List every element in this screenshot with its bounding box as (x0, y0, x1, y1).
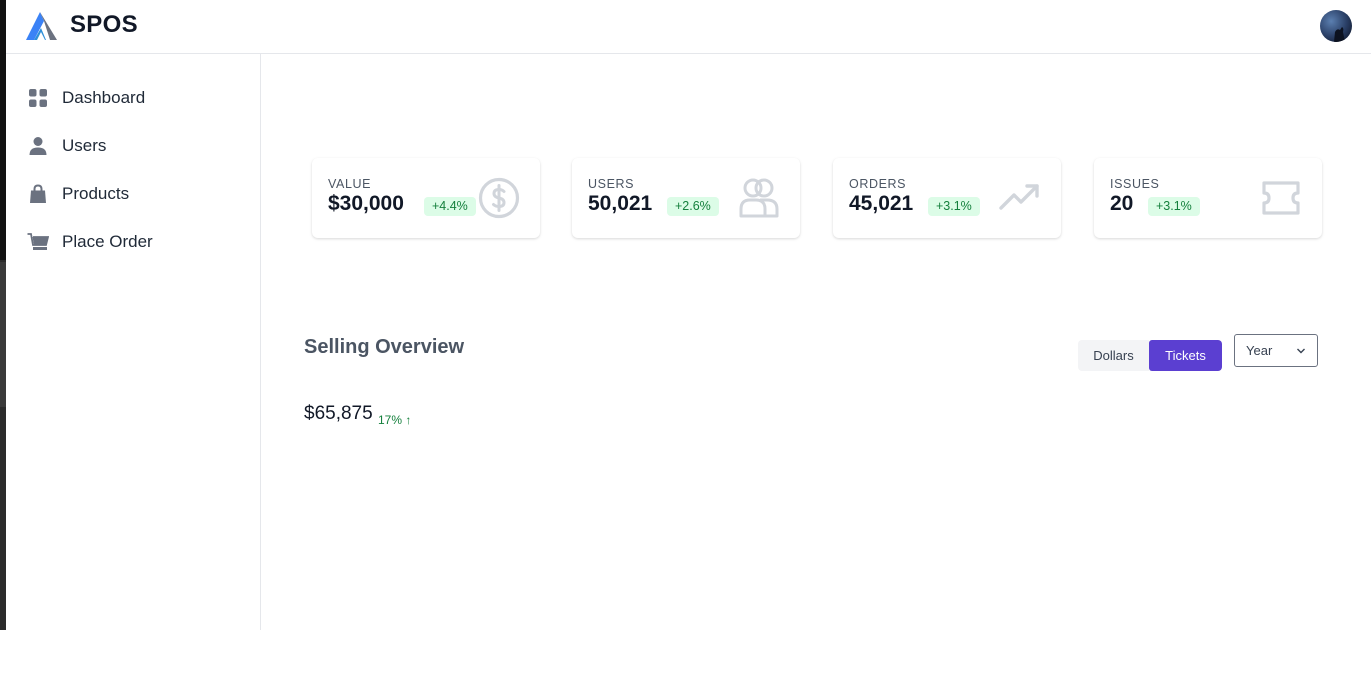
stat-change-badge: +3.1% (1148, 197, 1200, 216)
total-amount: $65,875 (304, 403, 373, 424)
sidebar-item-products[interactable]: Products (26, 176, 246, 212)
sidebar-item-label: Products (62, 184, 130, 203)
stat-card-value: VALUE $30,000 +4.4% (312, 158, 540, 238)
stat-value: $30,000 (328, 192, 404, 215)
stat-label: ORDERS (849, 177, 907, 191)
sidebar-item-label: Users (62, 136, 107, 155)
stat-card-issues: ISSUES 20 +3.1% (1094, 158, 1322, 238)
ticket-icon (1262, 181, 1300, 215)
top-bar: SPOS (6, 0, 1371, 54)
stat-change-badge: +2.6% (667, 197, 719, 216)
brand-name[interactable]: SPOS (70, 11, 138, 39)
app-window: SPOS Dashboard Users Products Place Orde… (6, 0, 1371, 630)
sidebar: Dashboard Users Products Place Order (6, 54, 261, 630)
stat-change-badge: +3.1% (928, 197, 980, 216)
dollar-circle-icon (478, 177, 520, 219)
sidebar-item-label: Place Order (62, 232, 153, 251)
tickets-toggle-button[interactable]: Tickets (1149, 340, 1222, 371)
trending-up-icon (999, 184, 1039, 210)
stat-card-users: USERS 50,021 +2.6% (572, 158, 800, 238)
total-change: 17% ↑ (378, 413, 412, 427)
avatar-image (1320, 10, 1352, 42)
sidebar-item-label: Dashboard (62, 88, 146, 107)
stat-label: VALUE (328, 177, 372, 191)
currency-toggle: Dollars Tickets (1078, 340, 1222, 371)
stat-change-badge: +4.4% (424, 197, 476, 216)
user-avatar[interactable] (1320, 10, 1352, 42)
stat-value: 50,021 (588, 192, 653, 215)
grid-icon (26, 86, 50, 110)
sidebar-item-users[interactable]: Users (26, 128, 246, 164)
stat-card-orders: ORDERS 45,021 +3.1% (833, 158, 1061, 238)
users-icon (739, 178, 779, 218)
dollars-toggle-button[interactable]: Dollars (1078, 340, 1149, 371)
period-select[interactable]: Year (1234, 334, 1318, 367)
sidebar-item-dashboard[interactable]: Dashboard (26, 80, 246, 116)
stat-label: ISSUES (1110, 177, 1160, 191)
stat-value: 20 (1110, 192, 1134, 215)
cart-icon (26, 230, 50, 254)
stat-label: USERS (588, 177, 635, 191)
logo-icon[interactable] (24, 10, 60, 42)
stat-value: 45,021 (849, 192, 914, 215)
period-select-value: Year (1246, 343, 1273, 358)
user-icon (26, 134, 50, 158)
chevron-down-icon (1297, 348, 1305, 354)
shopping-bag-icon (26, 182, 50, 206)
section-title: Selling Overview (304, 336, 465, 358)
sidebar-item-place-order[interactable]: Place Order (26, 224, 246, 260)
